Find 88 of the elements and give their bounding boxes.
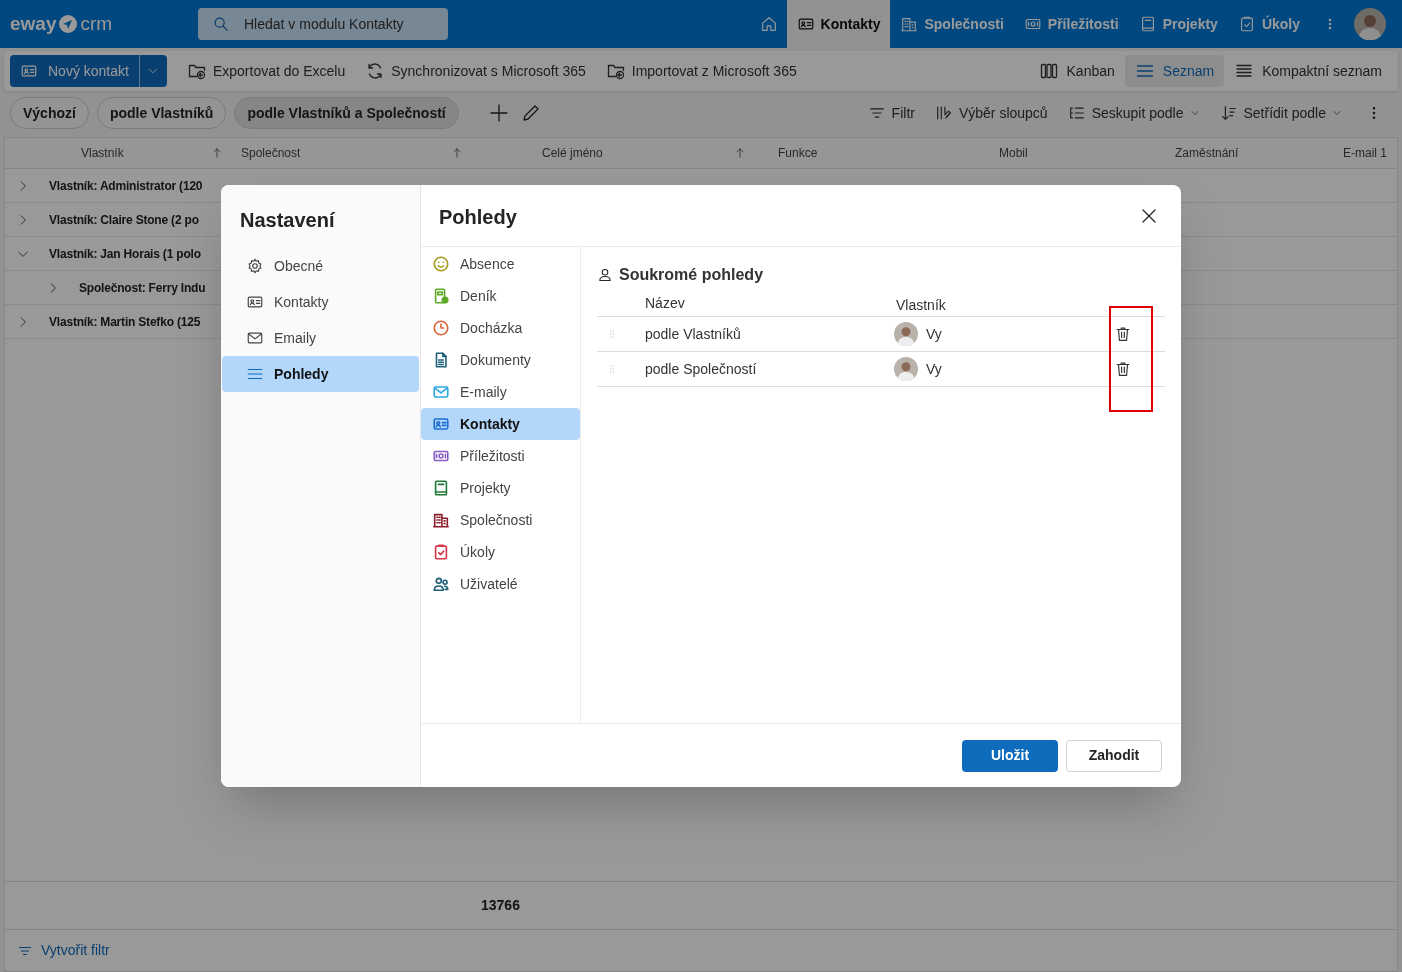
kanban-icon [1038, 61, 1059, 81]
module-item[interactable]: Absence [421, 248, 580, 280]
column-header[interactable]: E-mail 1 [1343, 144, 1387, 162]
logo: eway crm [10, 11, 114, 36]
trash-icon [1114, 360, 1132, 378]
nav-tab[interactable]: Příležitosti [1013, 0, 1129, 48]
contact-card-icon [246, 293, 264, 311]
search-icon [212, 15, 230, 33]
module-item[interactable]: Dokumenty [421, 344, 580, 376]
module-item[interactable]: Úkoly [421, 536, 580, 568]
chevron-icon [1189, 108, 1200, 118]
column-header: Vlastník [896, 296, 946, 315]
panel-title: Pohledy [439, 205, 517, 230]
sort-icon [1219, 104, 1238, 122]
toolbar-button[interactable]: Importovat z Microsoft 365 [605, 60, 797, 82]
nav-tab[interactable]: Úkoly [1227, 0, 1310, 48]
add-button[interactable] [488, 103, 509, 123]
column-header[interactable]: Funkce [778, 144, 818, 162]
logo-mark-icon [58, 14, 79, 34]
plus-icon [488, 103, 509, 123]
view-tool-button[interactable]: Setřídit podle [1219, 102, 1342, 124]
view-mode-button[interactable]: Seznam [1124, 55, 1225, 87]
settings-nav-item[interactable]: Kontakty [222, 284, 419, 320]
group-row-label[interactable]: Vlastník: Claire Stone (2 po [49, 210, 199, 229]
sort-arrow-icon [211, 147, 223, 159]
toolbar-button[interactable]: Synchronizovat s Microsoft 365 [365, 60, 586, 82]
envelope-icon [246, 329, 264, 347]
contact-card-icon [20, 62, 38, 80]
module-item[interactable]: Kontakty [421, 408, 580, 440]
avatar [894, 322, 918, 346]
edit-button[interactable] [520, 103, 541, 123]
module-item[interactable]: Společnosti [421, 504, 580, 536]
discard-button[interactable]: Zahodit [1066, 739, 1162, 772]
section-title: Soukromé pohledy [619, 265, 764, 285]
module-item[interactable]: Deník [421, 280, 580, 312]
group-row-label[interactable]: Vlastník: Administrator (120 [49, 176, 203, 195]
view-name: podle Společností [645, 359, 758, 379]
avatar [894, 357, 918, 381]
avatar [1354, 8, 1386, 40]
settings-nav-item[interactable]: Pohledy [222, 356, 419, 392]
toolbar-button[interactable]: Exportovat do Excelu [186, 60, 346, 82]
dialog-title: Nastavení [239, 208, 336, 233]
view-tool-button[interactable]: Seskupit podle [1067, 102, 1200, 124]
column-pencil-icon [934, 104, 953, 122]
view-name: podle Vlastníků [645, 324, 742, 344]
nav-tab[interactable]: Kontakty [786, 0, 891, 48]
person-icon [597, 267, 613, 283]
create-filter-link[interactable]: Vytvořit filtr [17, 940, 110, 961]
view-owner: Vy [926, 324, 943, 344]
group-row-label[interactable]: Společnost: Ferry Indu [79, 278, 206, 297]
total-count: 13766 [481, 896, 520, 915]
column-header[interactable]: Zaměstnání [1175, 144, 1239, 162]
settings-nav-item[interactable]: Emaily [222, 320, 419, 356]
home-icon [759, 15, 778, 33]
contact-card-icon [796, 15, 815, 33]
view-chip[interactable]: Výchozí [10, 97, 89, 129]
save-button[interactable]: Uložit [962, 739, 1058, 772]
module-item[interactable]: Projekty [421, 472, 580, 504]
column-header[interactable]: Společnost [241, 144, 301, 162]
column-header[interactable]: Vlastník [81, 144, 124, 162]
sort-arrow-icon [734, 147, 746, 159]
chevron-icon [1332, 108, 1342, 118]
module-item[interactable]: Uživatelé [421, 568, 580, 600]
settings-nav-item[interactable]: Obecné [222, 248, 419, 284]
column-header: Název [645, 294, 686, 313]
group-row-label[interactable]: Vlastník: Jan Horais (1 polo [49, 244, 201, 263]
nav-tab[interactable]: Projekty [1128, 0, 1228, 48]
view-mode-button[interactable]: Kompaktní seznam [1224, 55, 1392, 87]
settings-icon [246, 257, 264, 275]
column-header[interactable]: Celé jméno [542, 144, 603, 162]
view-owner: Vy [926, 359, 943, 379]
module-item[interactable]: Příležitosti [421, 440, 580, 472]
view-chip[interactable]: podle Vlastníků [96, 97, 227, 129]
view-tool-button[interactable]: Výběr sloupců [934, 102, 1048, 124]
module-item[interactable]: Docházka [421, 312, 580, 344]
view-chip[interactable]: podle Vlastníků a Společností [234, 97, 459, 129]
search-field[interactable]: Hledat v modulu Kontakty [198, 8, 448, 40]
pencil-icon [520, 103, 541, 123]
module-item[interactable]: E-maily [421, 376, 580, 408]
nav-tab[interactable]: Společnosti [890, 0, 1014, 48]
column-header[interactable]: Mobil [999, 144, 1028, 162]
building-icon [900, 15, 919, 33]
sort-arrow-icon [451, 147, 463, 159]
group-row-label[interactable]: Vlastník: Martin Stefko (125 [49, 312, 201, 331]
group-list-icon [1067, 104, 1086, 122]
view-tool-button[interactable]: Filtr [867, 102, 915, 124]
trash-icon [1114, 325, 1132, 343]
view-mode-button[interactable]: Kanban [1028, 55, 1125, 87]
